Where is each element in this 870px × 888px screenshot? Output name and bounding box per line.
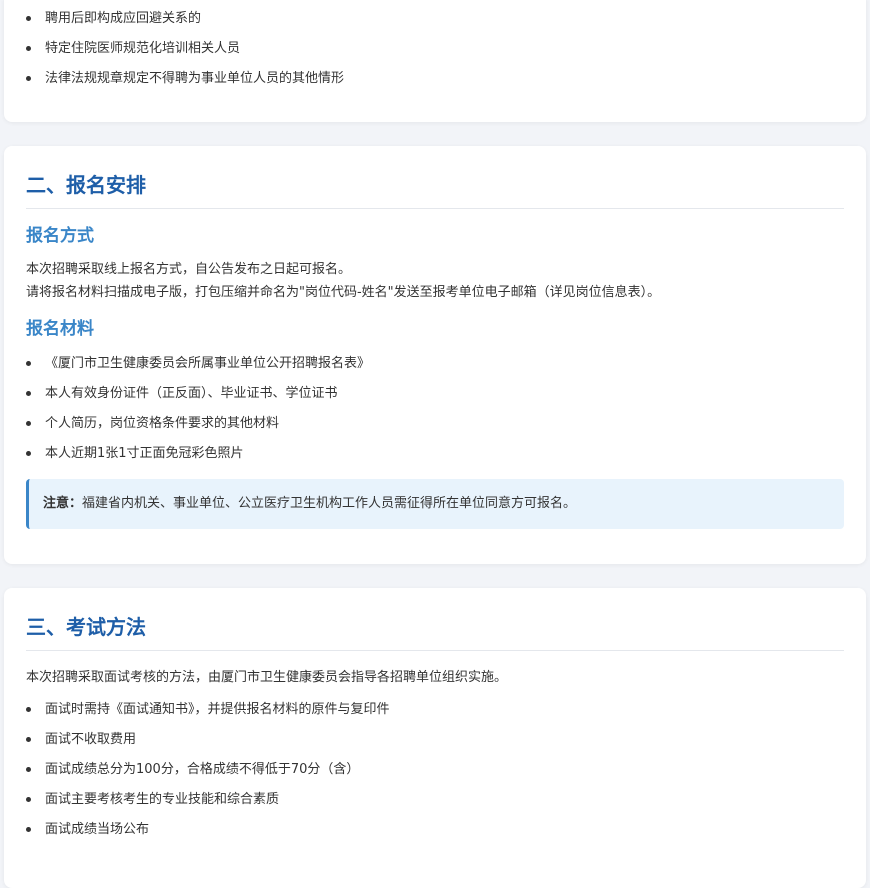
note-label: 注意： xyxy=(43,496,83,511)
note-text: 福建省内机关、事业单位、公立医疗卫生机构工作人员需征得所在单位同意方可报名。 xyxy=(82,496,577,511)
list-item: 本人有效身份证件（正反面）、毕业证书、学位证书 xyxy=(26,385,370,402)
disqualification-card: 聘用后即构成应回避关系的 特定住院医师规范化培训相关人员 法律法规规章规定不得聘… xyxy=(4,0,866,122)
registration-method-line: 请将报名材料扫描成电子版，打包压缩并命名为"岗位代码-姓名"发送至报考单位电子邮… xyxy=(26,285,661,300)
list-item: 《厦门市卫生健康委员会所属事业单位公开招聘报名表》 xyxy=(26,355,370,372)
registration-materials-list: 《厦门市卫生健康委员会所属事业单位公开招聘报名表》 本人有效身份证件（正反面）、… xyxy=(26,355,370,462)
exam-section-title: 三、考试方法 xyxy=(26,615,146,639)
exam-items-list: 面试时需持《面试通知书》，并提供报名材料的原件与复印件 面试不收取费用 面试成绩… xyxy=(26,701,390,838)
list-item: 法律法规规章规定不得聘为事业单位人员的其他情形 xyxy=(26,70,344,87)
list-item: 面试主要考核考生的专业技能和综合素质 xyxy=(26,791,390,808)
disqualification-list: 聘用后即构成应回避关系的 特定住院医师规范化培训相关人员 法律法规规章规定不得聘… xyxy=(26,10,344,87)
registration-method-line: 本次招聘采取线上报名方式，自公告发布之日起可报名。 xyxy=(26,262,352,277)
list-item: 面试成绩总分为100分，合格成绩不得低于70分（含） xyxy=(26,761,390,778)
registration-materials-title: 报名材料 xyxy=(26,319,94,339)
list-item: 个人简历，岗位资格条件要求的其他材料 xyxy=(26,415,370,432)
list-item: 面试成绩当场公布 xyxy=(26,821,390,838)
exam-card: 三、考试方法 本次招聘采取面试考核的方法，由厦门市卫生健康委员会指导各招聘单位组… xyxy=(4,588,866,888)
list-item: 面试不收取费用 xyxy=(26,731,390,748)
registration-section-title: 二、报名安排 xyxy=(26,173,146,197)
registration-method-title: 报名方式 xyxy=(26,226,94,246)
exam-intro: 本次招聘采取面试考核的方法，由厦门市卫生健康委员会指导各招聘单位组织实施。 xyxy=(26,670,508,685)
list-item: 特定住院医师规范化培训相关人员 xyxy=(26,40,344,57)
section-divider xyxy=(26,650,844,651)
section-divider xyxy=(26,208,844,209)
registration-card: 二、报名安排 报名方式 本次招聘采取线上报名方式，自公告发布之日起可报名。 请将… xyxy=(4,146,866,564)
registration-note: 注意：福建省内机关、事业单位、公立医疗卫生机构工作人员需征得所在单位同意方可报名… xyxy=(26,479,844,529)
list-item: 本人近期1张1寸正面免冠彩色照片 xyxy=(26,445,370,462)
list-item: 聘用后即构成应回避关系的 xyxy=(26,10,344,27)
list-item: 面试时需持《面试通知书》，并提供报名材料的原件与复印件 xyxy=(26,701,390,718)
